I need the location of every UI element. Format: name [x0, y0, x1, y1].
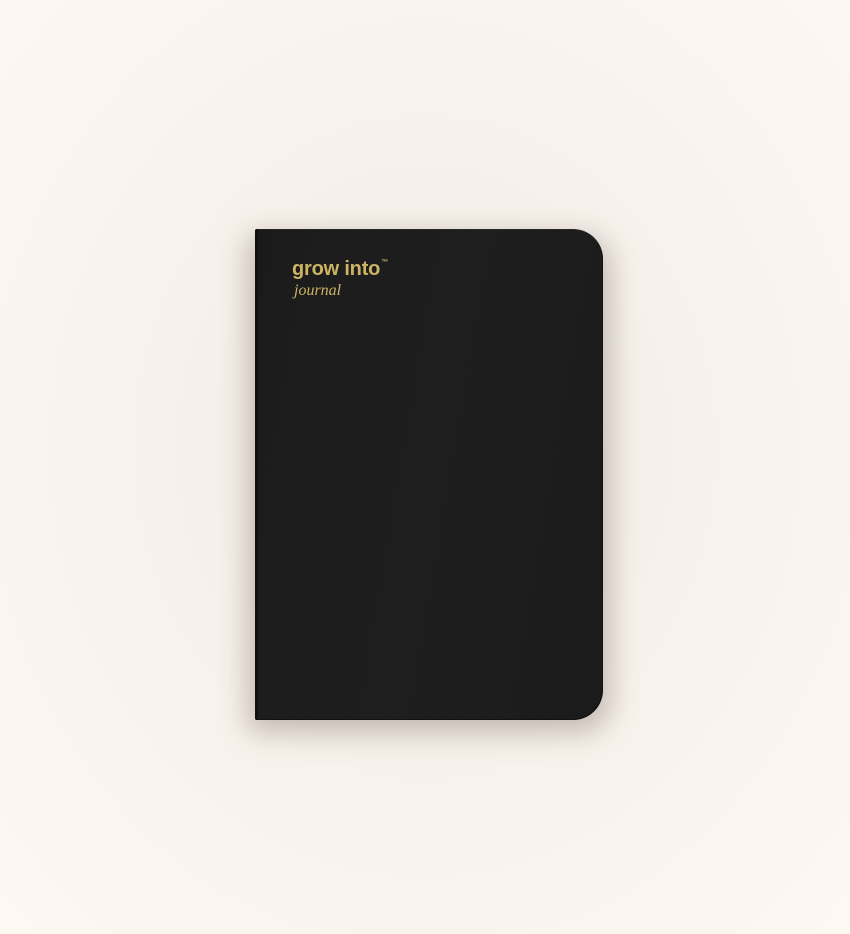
trademark-symbol: ™ — [381, 259, 389, 266]
notebook-spine-edge — [255, 229, 258, 720]
brand-logo: grow into™ journal — [292, 257, 388, 300]
product-scene: grow into™ journal — [0, 0, 850, 934]
brand-subtitle: journal — [294, 282, 342, 299]
brand-name: grow into — [292, 258, 381, 280]
notebook-cover: grow into™ journal — [255, 229, 603, 720]
